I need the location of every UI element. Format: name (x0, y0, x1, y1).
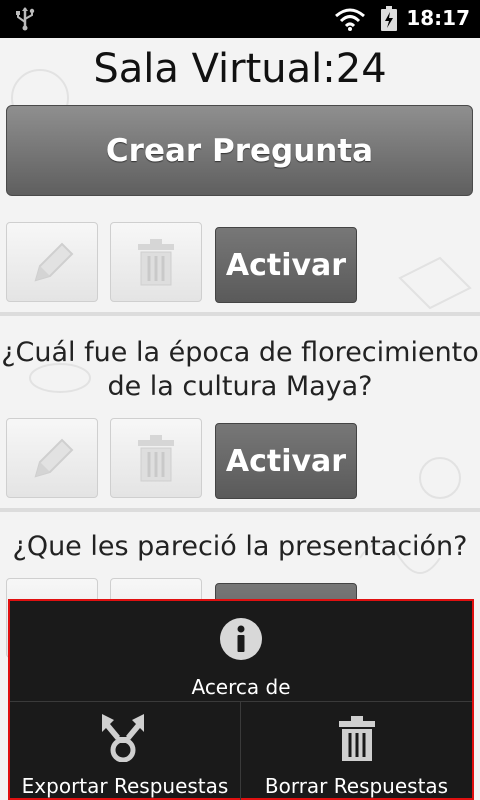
status-time: 18:17 (406, 6, 470, 30)
menu-item-label: Borrar Respuestas (264, 774, 449, 798)
wifi-icon (334, 7, 366, 35)
activate-question-button[interactable]: Activar (215, 423, 357, 499)
edit-question-button[interactable] (6, 418, 98, 498)
trash-icon (138, 435, 174, 482)
create-question-button[interactable]: Crear Pregunta (6, 105, 473, 196)
export-icon (102, 714, 144, 762)
activate-question-button[interactable]: Activar (215, 227, 357, 303)
trash-icon (339, 716, 375, 761)
question-text: ¿Cuál fue la época de florecimiento de l… (1, 337, 479, 402)
menu-item-label: Exportar Respuestas (21, 774, 229, 798)
question-card (0, 508, 480, 512)
question-card (0, 312, 480, 316)
question-text (0, 188, 480, 202)
menu-item-export-answers[interactable]: Exportar Respuestas (10, 702, 241, 800)
delete-question-button[interactable] (110, 222, 202, 302)
question-text: ¿Que les pareció la presentación? (12, 531, 468, 562)
info-icon (220, 618, 262, 660)
options-menu: Acerca de Exportar Respuestas Borrar Res… (8, 599, 474, 800)
delete-question-button[interactable] (110, 418, 202, 498)
pencil-icon (34, 438, 74, 478)
menu-item-label: Acerca de (191, 675, 291, 699)
status-bar: 18:17 (0, 0, 480, 38)
menu-item-about[interactable]: Acerca de (10, 601, 472, 702)
battery-charging-icon (380, 6, 398, 36)
trash-icon (138, 239, 174, 286)
pencil-icon (34, 242, 74, 282)
edit-question-button[interactable] (6, 222, 98, 302)
page-title: Sala Virtual:24 (93, 46, 387, 92)
menu-item-delete-answers[interactable]: Borrar Respuestas (241, 702, 472, 800)
usb-icon (14, 6, 36, 36)
